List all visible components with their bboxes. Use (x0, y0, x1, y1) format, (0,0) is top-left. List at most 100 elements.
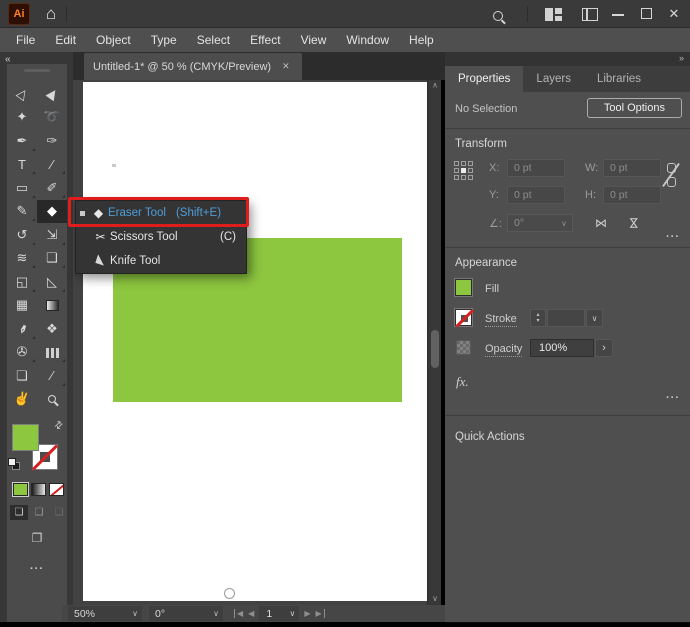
effects-fx-icon[interactable]: fx. (456, 374, 469, 390)
lasso-tool[interactable]: ➰ (37, 106, 67, 130)
close-button[interactable]: ✕ (665, 5, 683, 23)
scale-tool[interactable]: ⇲ (37, 223, 67, 247)
menu-type[interactable]: Type (141, 28, 187, 52)
artboard-number-dropdown[interactable]: 1 ∨ (259, 606, 300, 621)
flip-vertical-icon[interactable]: ⋈ (627, 217, 641, 229)
tool-options-button[interactable]: Tool Options (586, 98, 682, 118)
small-circle-object[interactable] (224, 588, 235, 599)
shape-builder-tool[interactable]: ◱ (7, 270, 37, 294)
stroke-swatch[interactable] (454, 308, 474, 328)
selection-tool[interactable]: ▷ (7, 82, 37, 106)
rotation-dropdown[interactable]: 0° ∨ (507, 214, 573, 232)
none-button[interactable] (49, 483, 64, 496)
h-field[interactable] (603, 186, 661, 204)
stroke-weight-field[interactable] (547, 309, 585, 327)
stroke-weight-stepper[interactable]: ▴ ▾ (530, 309, 546, 327)
default-fill-stroke-icon[interactable] (8, 458, 20, 470)
scroll-up-icon[interactable]: ∨ (428, 81, 442, 90)
arrange-documents-icon[interactable] (545, 8, 562, 21)
line-segment-tool[interactable]: ∕ (37, 153, 67, 177)
opacity-field[interactable]: 100% (530, 339, 594, 357)
minimize-button[interactable] (612, 14, 624, 16)
rotation-dropdown[interactable]: 0° ∨ (149, 606, 223, 621)
color-button[interactable] (12, 482, 29, 497)
opacity-label[interactable]: Opacity (485, 343, 523, 357)
artboard[interactable] (83, 82, 427, 601)
menu-object[interactable]: Object (86, 28, 141, 52)
artboard-tool[interactable]: ❏ (7, 364, 37, 388)
home-icon[interactable]: ⌂ (40, 2, 62, 26)
hand-tool[interactable]: ✌ (7, 388, 37, 412)
menu-window[interactable]: Window (336, 28, 399, 52)
stroke-label[interactable]: Stroke (485, 313, 517, 327)
menu-view[interactable]: View (291, 28, 337, 52)
magic-wand-tool[interactable]: ✦ (7, 106, 37, 130)
screen-mode-icon[interactable]: ❐ (7, 531, 67, 545)
scrollbar-thumb[interactable] (431, 330, 439, 368)
eyedropper-tool[interactable]: ✒ (7, 317, 37, 341)
shaper-tool[interactable]: ✎ (7, 200, 37, 224)
workspace-switcher-icon[interactable] (582, 8, 598, 21)
draw-normal-icon[interactable]: ❏ (10, 505, 28, 520)
curvature-tool[interactable]: ✑ (37, 129, 67, 153)
pen-tool[interactable]: ✒ (7, 129, 37, 153)
gradient-button[interactable] (31, 483, 46, 496)
symbol-sprayer-tool[interactable]: ✇ (7, 341, 37, 365)
zoom-tool[interactable] (37, 388, 67, 412)
document-tab[interactable]: Untitled-1* @ 50 % (CMYK/Preview) ✕ (84, 53, 302, 80)
w-field[interactable] (603, 159, 661, 177)
more-options-ellipsis[interactable]: ··· (666, 231, 680, 243)
panel-drag-handle[interactable] (24, 69, 50, 72)
menu-file[interactable]: File (6, 28, 45, 52)
paintbrush-tool[interactable]: ✐ (37, 176, 67, 200)
scissors-tool-item[interactable]: ✂ Scissors Tool (C) (76, 225, 246, 249)
slice-tool[interactable]: ∕ (37, 364, 67, 388)
constrain-proportions-icon[interactable] (662, 162, 680, 188)
zoom-level-dropdown[interactable]: 50% ∨ (68, 606, 142, 621)
last-artboard-icon[interactable]: ▶ (315, 609, 325, 618)
perspective-grid-tool[interactable]: ◺ (37, 270, 67, 294)
blend-tool[interactable]: ❖ (37, 317, 67, 341)
opacity-expand-icon[interactable]: › (595, 339, 613, 357)
column-graph-tool[interactable] (37, 341, 67, 365)
scroll-down-icon[interactable]: ∨ (428, 594, 442, 603)
eraser-tool-item[interactable]: ◆ Eraser Tool (Shift+E) (76, 201, 246, 225)
menu-effect[interactable]: Effect (240, 28, 290, 52)
fill-swatch[interactable] (454, 278, 473, 297)
tab-libraries[interactable]: Libraries (584, 66, 654, 92)
knife-tool-item[interactable]: Knife Tool (76, 249, 246, 273)
reference-point-icon[interactable] (454, 161, 473, 180)
eraser-tool[interactable]: ◆ (37, 199, 67, 223)
menu-edit[interactable]: Edit (45, 28, 86, 52)
step-down-icon[interactable]: ▾ (536, 318, 539, 324)
type-tool[interactable]: T (7, 153, 37, 177)
draw-inside-icon[interactable]: ❏ (50, 505, 68, 520)
canvas-area[interactable] (73, 80, 427, 605)
menu-select[interactable]: Select (187, 28, 240, 52)
direct-selection-tool[interactable]: ▶ (37, 82, 67, 106)
search-icon[interactable] (493, 8, 507, 22)
swap-fill-stroke-icon[interactable]: ⇄ (52, 419, 66, 433)
collapse-panel-icon[interactable]: » (679, 53, 684, 63)
maximize-button[interactable] (641, 8, 652, 19)
stroke-weight-dropdown-icon[interactable]: ∨ (586, 309, 603, 327)
previous-artboard-icon[interactable]: ◀ (248, 609, 254, 618)
x-field[interactable] (507, 159, 565, 177)
draw-behind-icon[interactable]: ❏ (30, 505, 48, 520)
first-artboard-icon[interactable]: ◀ (234, 609, 243, 618)
rectangle-tool[interactable]: ▭ (7, 176, 37, 200)
close-tab-icon[interactable]: ✕ (282, 61, 290, 72)
width-tool[interactable]: ≋ (7, 247, 37, 271)
gradient-tool[interactable] (37, 294, 67, 318)
rotate-tool[interactable]: ↺ (7, 223, 37, 247)
flip-horizontal-icon[interactable]: ⋈ (595, 216, 607, 230)
menu-help[interactable]: Help (399, 28, 444, 52)
y-field[interactable] (507, 186, 565, 204)
tab-properties[interactable]: Properties (445, 66, 524, 92)
free-transform-tool[interactable]: ❑ (37, 247, 67, 271)
vertical-scrollbar[interactable]: ∨ ∨ (427, 80, 441, 605)
next-artboard-icon[interactable]: ▶ (304, 609, 310, 618)
edit-toolbar-ellipsis[interactable]: ··· (7, 563, 67, 575)
more-options-ellipsis[interactable]: ··· (666, 392, 680, 404)
tab-layers[interactable]: Layers (523, 66, 584, 92)
